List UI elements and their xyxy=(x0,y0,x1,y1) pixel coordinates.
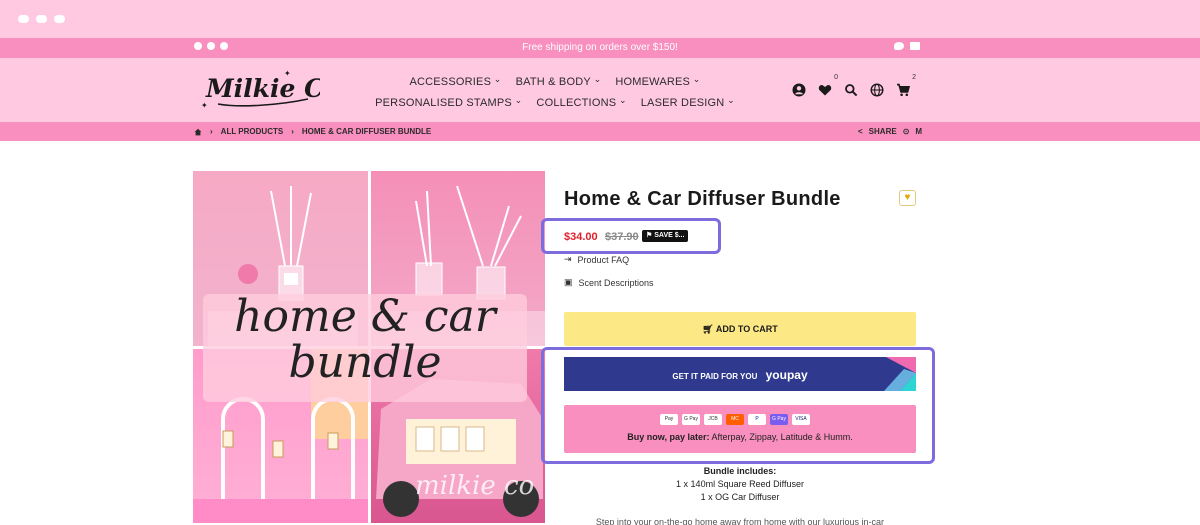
image-watermark: milkie co xyxy=(415,471,535,501)
bundle-item: 1 x OG Car Diffuser xyxy=(700,492,780,502)
save-badge: ⚑ SAVE $... xyxy=(642,230,689,242)
nav-homewares[interactable]: HOMEWARES xyxy=(615,72,700,93)
cart-icon xyxy=(897,83,911,97)
email-share-icon[interactable]: M xyxy=(915,127,922,136)
svg-text:✦: ✦ xyxy=(201,101,208,110)
google-pay-icon: G Pay xyxy=(682,414,700,425)
chevron-right-icon: › xyxy=(210,127,213,136)
apple-pay-icon: Pay xyxy=(660,414,678,425)
browser-chrome xyxy=(0,0,1200,38)
home-icon[interactable] xyxy=(194,128,202,136)
breadcrumb: › ALL PRODUCTS › HOME & CAR DIFFUSER BUN… xyxy=(194,127,431,136)
svg-text:✦: ✦ xyxy=(284,69,291,78)
website: Free shipping on orders over $150! Milki… xyxy=(0,38,1200,525)
share-label[interactable]: SHARE xyxy=(869,127,897,136)
jcb-icon: JCB xyxy=(704,414,722,425)
add-to-cart-button[interactable]: 🛒︎ ADD TO CART xyxy=(564,312,916,346)
cart-count: 2 xyxy=(912,74,916,81)
product-description: Step into your on-the-go home away from … xyxy=(595,517,885,525)
breadcrumb-current: HOME & CAR DIFFUSER BUNDLE xyxy=(301,127,432,136)
youpay-tagline: GET IT PAID FOR YOU xyxy=(672,372,758,381)
save-badge-label: SAVE $... xyxy=(654,232,685,239)
nav-collections[interactable]: COLLECTIONS xyxy=(536,93,626,114)
youpay-logo: youpay xyxy=(765,368,808,382)
youpay-text: GET IT PAID FOR YOU youpay xyxy=(564,368,916,382)
bundle-item: 1 x 140ml Square Reed Diffuser xyxy=(676,479,804,489)
contact-links xyxy=(894,42,920,50)
bundle-includes-heading: Bundle includes: xyxy=(703,466,777,476)
add-to-wishlist-button[interactable]: ♥ xyxy=(899,190,916,206)
cart-icon: 🛒︎ xyxy=(702,324,714,334)
add-to-cart-label: ADD TO CART xyxy=(715,324,778,334)
scent-descriptions-label: Scent Descriptions xyxy=(578,277,654,288)
site-header: Milkie Co ✦ ✦ ACCESSORIES BATH & BODY HO… xyxy=(0,58,1200,122)
wishlist-count: 0 xyxy=(834,74,838,81)
image-overlay-text: home & car bundle xyxy=(203,294,527,386)
bnpl-heading: Buy now, pay later: xyxy=(627,432,710,442)
mail-icon[interactable] xyxy=(910,42,920,50)
breadcrumb-all-products[interactable]: ALL PRODUCTS xyxy=(221,127,284,136)
overlay-line-1: home & car xyxy=(234,291,496,342)
window-dot[interactable] xyxy=(54,15,65,23)
bnpl-text: Buy now, pay later: Afterpay, Zippay, La… xyxy=(564,432,916,442)
payment-methods: Pay G Pay JCB MC P G Pay VISA xyxy=(660,414,810,425)
main-navigation: ACCESSORIES BATH & BODY HOMEWARES PERSON… xyxy=(370,72,740,114)
paypal-icon: P xyxy=(748,414,766,425)
search-icon[interactable] xyxy=(844,83,858,97)
pinterest-share-icon[interactable]: ⊙ xyxy=(903,127,910,136)
share-icon[interactable]: < xyxy=(858,127,863,136)
product-faq-link[interactable]: ⇥ Product FAQ xyxy=(564,254,629,265)
product-image[interactable]: home & car bundle milkie co xyxy=(193,171,545,523)
nav-laser-design[interactable]: LASER DESIGN xyxy=(641,93,735,114)
product-faq-label: Product FAQ xyxy=(577,254,630,265)
gpay-icon: G Pay xyxy=(770,414,788,425)
announcement-bar: Free shipping on orders over $150! xyxy=(0,38,1200,58)
boxes-icon: ▣ xyxy=(564,277,573,287)
share-links: < SHARE ⊙ M xyxy=(858,127,922,136)
nav-accessories[interactable]: ACCESSORIES xyxy=(409,72,501,93)
cart-button[interactable]: 2 xyxy=(896,74,916,97)
sale-price: $34.00 xyxy=(564,231,598,243)
header-icons: 0 2 xyxy=(792,74,916,97)
scent-descriptions-link[interactable]: ▣ Scent Descriptions xyxy=(564,277,654,288)
bundle-includes: Bundle includes: 1 x 140ml Square Reed D… xyxy=(564,465,916,504)
overlay-line-2: bundle xyxy=(288,337,442,388)
login-arrow-icon: ⇥ xyxy=(564,254,572,264)
svg-text:Milkie Co: Milkie Co xyxy=(205,74,320,103)
user-icon[interactable] xyxy=(792,83,806,97)
buy-now-pay-later-banner: Pay G Pay JCB MC P G Pay VISA Buy now, p… xyxy=(564,405,916,453)
nav-bath-body[interactable]: BATH & BODY xyxy=(516,72,602,93)
window-dot[interactable] xyxy=(36,15,47,23)
breadcrumb-bar: › ALL PRODUCTS › HOME & CAR DIFFUSER BUN… xyxy=(0,122,1200,141)
heart-icon: ♥ xyxy=(904,192,911,203)
nav-personalised-stamps[interactable]: PERSONALISED STAMPS xyxy=(375,93,522,114)
heart-icon xyxy=(818,84,832,96)
globe-icon[interactable] xyxy=(870,83,884,97)
site-logo[interactable]: Milkie Co ✦ ✦ xyxy=(200,68,320,112)
window-dot[interactable] xyxy=(18,15,29,23)
visa-icon: VISA xyxy=(792,414,810,425)
product-title: Home & Car Diffuser Bundle xyxy=(564,188,841,210)
chevron-right-icon: › xyxy=(291,127,294,136)
announcement-text: Free shipping on orders over $150! xyxy=(522,42,678,53)
phone-icon[interactable] xyxy=(894,42,904,50)
wishlist-button[interactable]: 0 xyxy=(818,74,838,97)
compare-price: $37.90 xyxy=(605,231,639,243)
bnpl-providers: Afterpay, Zippay, Latitude & Humm. xyxy=(711,432,853,442)
mastercard-icon: MC xyxy=(726,414,744,425)
youpay-button[interactable]: GET IT PAID FOR YOU youpay xyxy=(564,357,916,391)
